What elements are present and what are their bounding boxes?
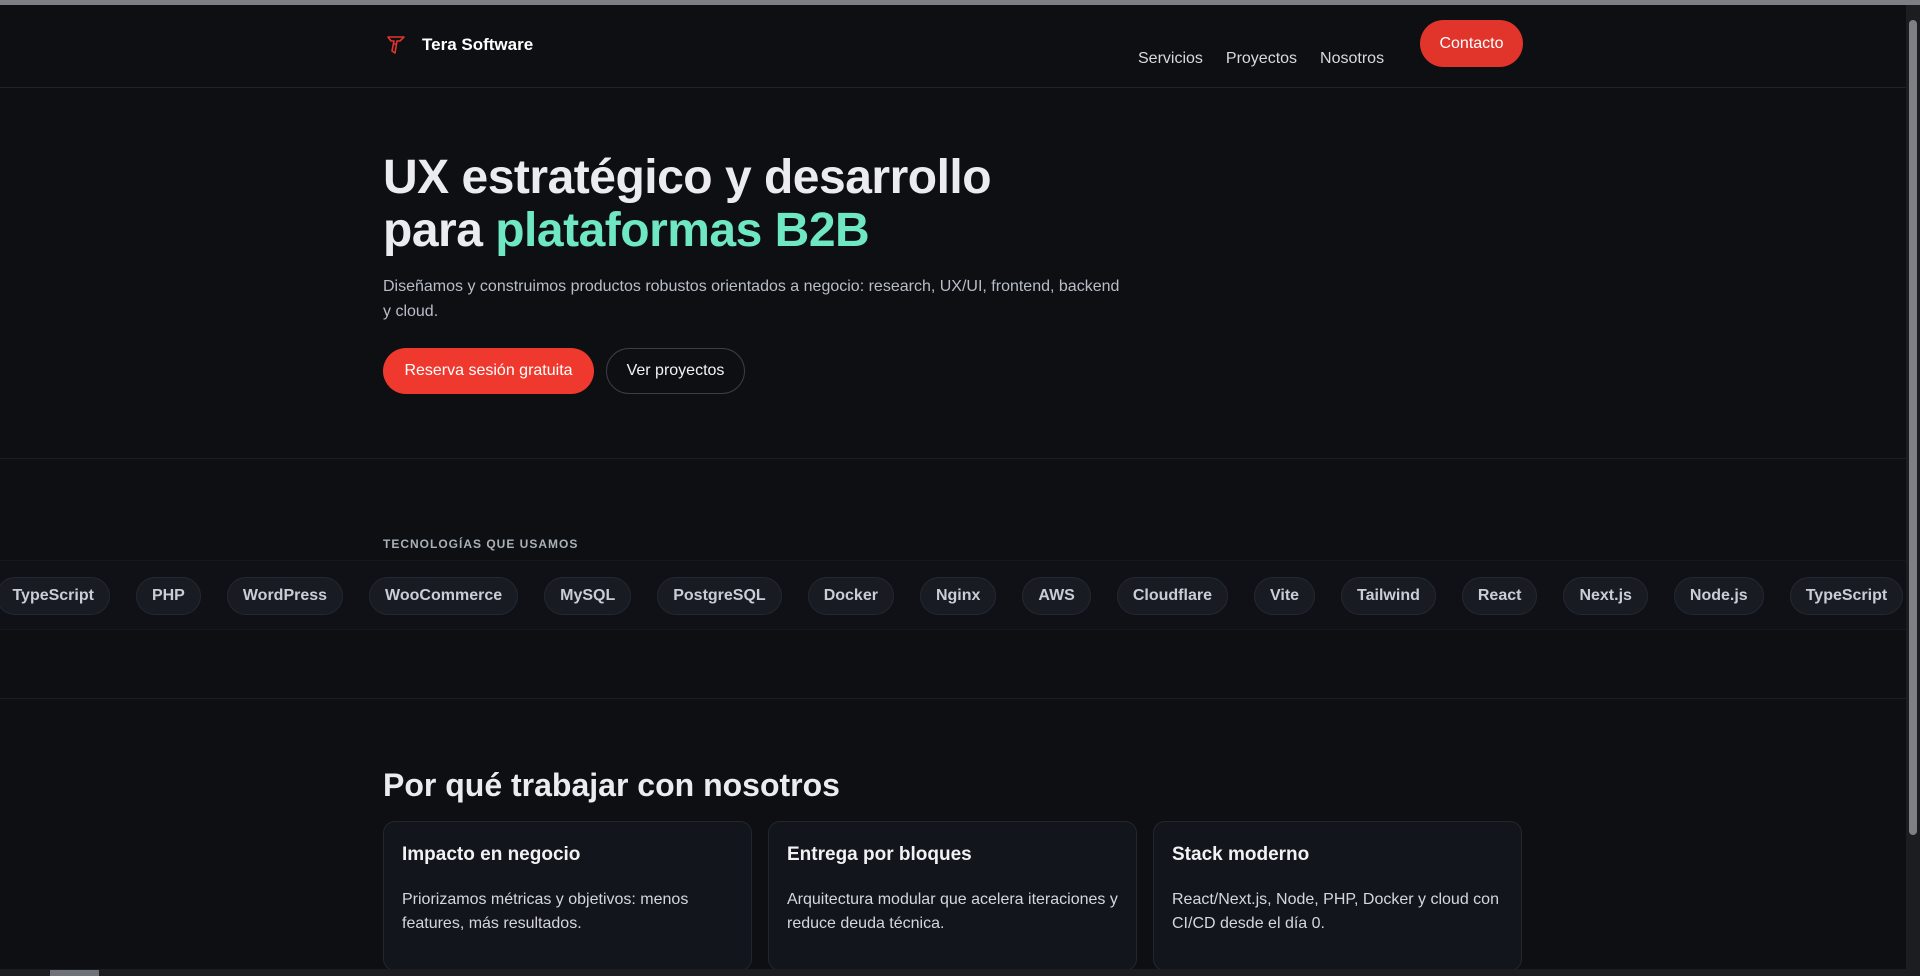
card-title: Impacto en negocio (402, 844, 581, 865)
nav-nosotros[interactable]: Nosotros (1320, 50, 1384, 68)
nav-proyectos[interactable]: Proyectos (1226, 50, 1297, 68)
vertical-scrollbar[interactable] (1906, 5, 1920, 969)
hero-title: UX estratégico y desarrollo para platafo… (383, 151, 1143, 257)
card-body: Arquitectura modular que acelera iteraci… (787, 891, 1118, 932)
hero-title-line1: UX estratégico y desarrollo (383, 151, 992, 204)
hero-section: UX estratégico y desarrollo para platafo… (0, 89, 1906, 459)
horizontal-scrollbar[interactable] (0, 969, 1920, 976)
why-title: Por qué trabajar con nosotros (383, 767, 840, 803)
tech-pill: PostgreSQL (657, 577, 782, 615)
hero-subtitle: Diseñamos y construimos productos robust… (383, 278, 1120, 320)
why-card: Entrega por bloques Arquitectura modular… (768, 821, 1137, 969)
card-body: React/Next.js, Node, PHP, Docker y cloud… (1172, 891, 1499, 932)
site-header: Tera Software Servicios Proyectos Nosotr… (0, 5, 1906, 88)
tech-pill: Node.js (1673, 577, 1764, 615)
why-cards: Impacto en negocio Priorizamos métricas … (383, 821, 1522, 969)
why-card: Impacto en negocio Priorizamos métricas … (383, 821, 752, 969)
page-viewport: Tera Software Servicios Proyectos Nosotr… (0, 5, 1906, 969)
card-title: Stack moderno (1172, 844, 1310, 865)
tech-pill: AWS (1022, 577, 1091, 615)
tech-label: TECNOLOGÍAS QUE USAMOS (383, 537, 579, 551)
tech-pill-list: TypeScript PHP WordPress WooCommerce MyS… (0, 577, 1904, 615)
tech-pill: MySQL (544, 577, 632, 615)
tech-pill: Tailwind (1341, 577, 1436, 615)
tech-pill: PHP (135, 577, 201, 615)
vertical-scrollbar-thumb[interactable] (1909, 20, 1917, 835)
why-card: Stack moderno React/Next.js, Node, PHP, … (1153, 821, 1522, 969)
view-projects-button[interactable]: Ver proyectos (606, 348, 745, 394)
tech-pill: TypeScript (1789, 577, 1904, 615)
contact-button[interactable]: Contacto (1420, 20, 1523, 67)
card-title: Entrega por bloques (787, 844, 972, 865)
tech-pill: Cloudflare (1116, 577, 1228, 615)
tech-pill: WooCommerce (369, 577, 519, 615)
book-session-button[interactable]: Reserva sesión gratuita (383, 348, 594, 394)
tech-pill: Vite (1253, 577, 1316, 615)
main-nav: Servicios Proyectos Nosotros (1138, 50, 1384, 68)
hero-title-prefix: para (383, 204, 496, 257)
tech-pill: TypeScript (0, 577, 110, 615)
tech-pill: Nginx (919, 577, 997, 615)
tera-flame-logo-icon (383, 32, 409, 58)
tech-pill: Docker (807, 577, 894, 615)
tech-section: TECNOLOGÍAS QUE USAMOS TypeScript PHP Wo… (0, 460, 1906, 699)
horizontal-scrollbar-thumb[interactable] (50, 970, 99, 976)
brand-name: Tera Software (422, 35, 534, 54)
card-body: Priorizamos métricas y objetivos: menos … (402, 891, 689, 932)
tech-pill: React (1461, 577, 1538, 615)
tech-pill: WordPress (226, 577, 344, 615)
tech-pill: Next.js (1563, 577, 1648, 615)
hero-title-accent: plataformas B2B (495, 204, 870, 257)
brand[interactable]: Tera Software (383, 32, 533, 58)
nav-servicios[interactable]: Servicios (1138, 50, 1203, 68)
tech-marquee: TypeScript PHP WordPress WooCommerce MyS… (0, 560, 1906, 630)
